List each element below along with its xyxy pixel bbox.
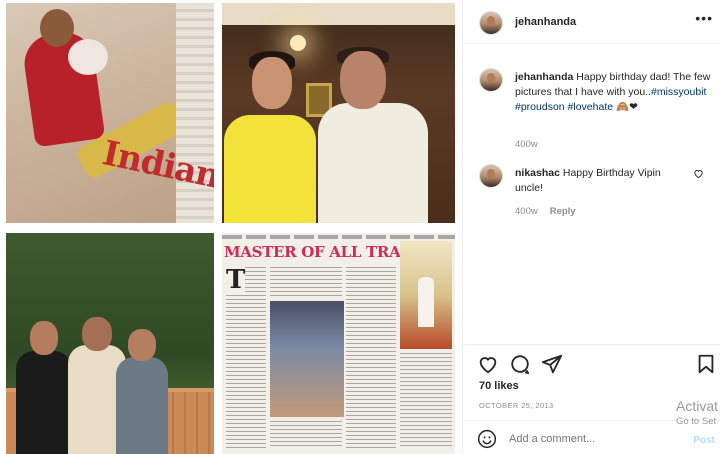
caption-comment: jehanhanda Happy birthday dad! The few p… <box>479 68 710 150</box>
bookmark-icon[interactable] <box>695 353 717 375</box>
newspaper-column <box>270 421 342 449</box>
comment: nikashac Happy Birthday Vipin uncle! 400… <box>479 164 705 218</box>
post-date[interactable]: OCTOBER 25, 2013 <box>479 401 554 410</box>
photo-son-yellow-shirt <box>224 115 316 223</box>
post-comment-button[interactable]: Post <box>693 435 715 446</box>
photo-person-right <box>116 357 168 454</box>
emoji-text: 🙈❤ <box>616 101 638 113</box>
comment-meta: 400w <box>515 137 538 152</box>
photo-father-face <box>340 51 386 109</box>
comment-meta: 400w Reply <box>515 204 576 219</box>
comment-bubble-icon[interactable] <box>509 353 531 375</box>
comment-username[interactable]: nikashac <box>515 167 560 179</box>
comment-text: nikashac Happy Birthday Vipin uncle! <box>515 166 687 196</box>
post-author-username[interactable]: jehanhanda <box>515 16 576 28</box>
likes-count[interactable]: 70 likes <box>479 380 519 392</box>
photo-father-and-son-indoors <box>222 3 455 223</box>
photo-son-face <box>252 57 292 109</box>
comment-username[interactable]: jehanhanda <box>515 71 573 83</box>
newspaper-dropcap: T <box>226 265 246 295</box>
photo-ceiling <box>222 3 455 25</box>
newspaper-column <box>270 267 342 297</box>
newspaper-column <box>346 267 396 449</box>
newspaper-column <box>400 353 452 449</box>
caption-text: jehanhanda Happy birthday dad! The few p… <box>515 70 711 115</box>
post-actions: 70 likes OCTOBER 25, 2013 Post <box>463 344 720 454</box>
add-comment-input[interactable] <box>509 430 659 448</box>
heart-icon[interactable] <box>477 353 499 375</box>
photo-newspaper-article: MASTER OF ALL TRADES? T <box>222 233 455 454</box>
newspaper-inset-photo <box>270 301 344 417</box>
comment-age[interactable]: 400w <box>515 206 538 217</box>
photo-baby <box>68 39 108 75</box>
avatar[interactable] <box>479 164 503 188</box>
photo-lamp <box>290 35 306 51</box>
avatar[interactable] <box>479 68 503 92</box>
post-header: jehanhanda ••• <box>463 0 720 44</box>
smiley-icon[interactable] <box>477 429 497 449</box>
hashtag-link[interactable]: #proudson <box>515 101 565 113</box>
photo-father-kurta <box>318 103 428 223</box>
heart-icon[interactable] <box>693 168 705 180</box>
photo-person-left <box>16 351 72 454</box>
comment-age[interactable]: 400w <box>515 139 538 150</box>
photo-figure-head <box>40 9 74 47</box>
hashtag-link[interactable]: #missyoubit <box>651 86 706 98</box>
photo-person-left-face <box>30 321 58 355</box>
newspaper-top-line <box>222 235 455 239</box>
add-comment-bar: Post <box>463 420 720 454</box>
newspaper-side-photo <box>400 241 452 349</box>
photo-person-middle-face <box>82 317 112 351</box>
photo-person-right-face <box>128 329 156 361</box>
more-horizontal-icon[interactable]: ••• <box>695 10 713 26</box>
reply-button[interactable]: Reply <box>550 206 576 217</box>
post-image-collage[interactable]: Indian MASTER OF ALL TRADES? T <box>0 0 462 454</box>
post-side-panel: jehanhanda ••• jehanhanda Happy birthday… <box>462 0 720 454</box>
photo-three-people-outdoors <box>6 233 214 454</box>
hashtag-link[interactable]: #lovehate <box>568 101 614 113</box>
avatar[interactable] <box>479 11 503 35</box>
paper-plane-icon[interactable] <box>541 353 563 375</box>
photo-magazine-clipping: Indian <box>6 3 214 223</box>
